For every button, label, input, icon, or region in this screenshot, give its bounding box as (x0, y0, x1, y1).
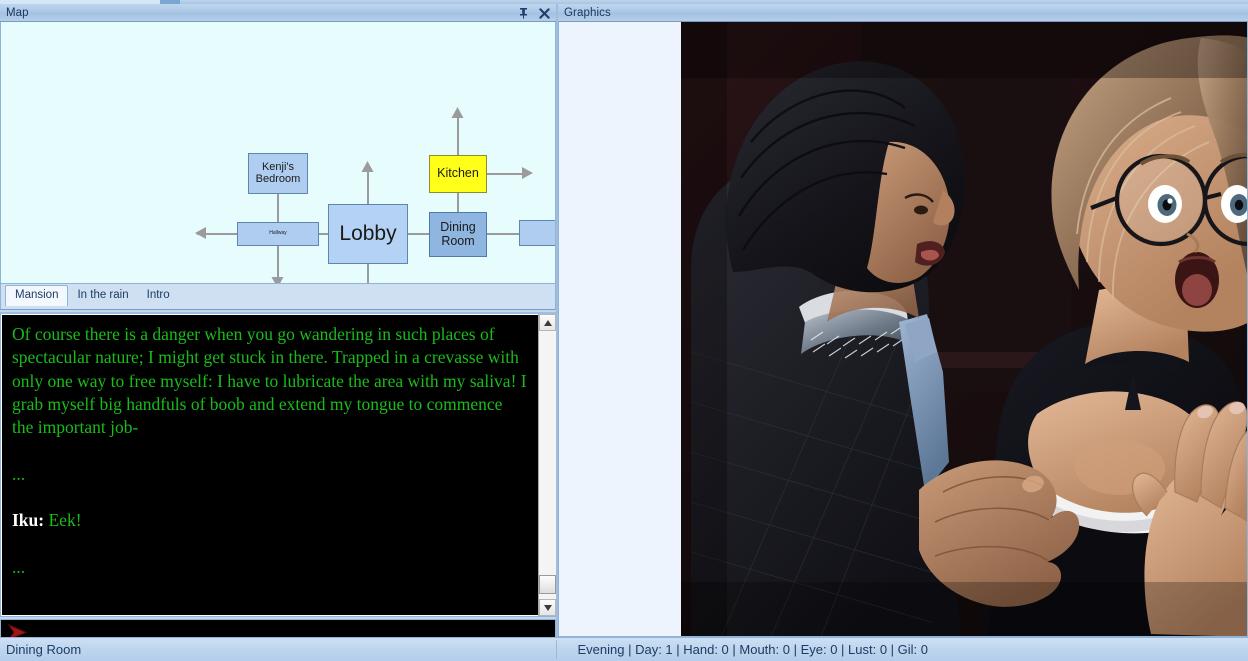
arrow-north-kitchen (451, 107, 464, 118)
console-blank-2 (12, 486, 528, 509)
map-panel-title-actions (517, 4, 550, 22)
map-node-label: Lobby (339, 221, 397, 245)
tab-label: In the rain (77, 289, 129, 301)
map-canvas[interactable]: Kenji's Bedroom Hallway Lobby Kitchen Di… (0, 22, 556, 284)
console-text-area[interactable]: Of course there is a danger when you go … (1, 314, 538, 616)
tab-intro[interactable]: Intro (138, 286, 179, 305)
graphics-panel-titlebar: Graphics (558, 4, 1248, 22)
map-node-label: Kenji's Bedroom (255, 160, 301, 185)
edge-lobby-dining (408, 233, 429, 235)
pin-icon[interactable] (517, 6, 529, 20)
map-node-label: Kitchen (437, 166, 479, 181)
map-node-kenjis-bedroom[interactable]: Kenji's Bedroom (248, 153, 308, 194)
console-dialogue-text: Eek! (48, 510, 82, 531)
close-icon[interactable] (538, 6, 550, 20)
tabstrip-underline (0, 305, 556, 310)
console-vertical-scrollbar[interactable] (538, 314, 556, 616)
map-node-dining-room[interactable]: Dining Room (429, 212, 487, 257)
tab-label: Mansion (15, 289, 59, 301)
map-node-label: Hallway (269, 230, 287, 237)
scrollbar-track[interactable] (539, 331, 556, 599)
map-node-label: Dining Room (440, 220, 476, 248)
map-graph: Kenji's Bedroom Hallway Lobby Kitchen Di… (1, 22, 555, 283)
console-blank-3 (12, 533, 528, 556)
graphics-dock-panel: Graphics (558, 4, 1248, 637)
status-bar-separator (556, 640, 557, 659)
console-speaker-name: Iku: (12, 510, 45, 531)
application-window: Map Kenji's Bedroom Hallway Lobby Kitche… (0, 0, 1248, 661)
scroll-thumb[interactable] (539, 575, 556, 594)
arrow-east-kitchen (522, 167, 533, 179)
map-tabstrip: Mansion In the rain Intro (0, 284, 556, 306)
edge-dining-east (487, 233, 519, 235)
tab-in-the-rain[interactable]: In the rain (68, 286, 137, 305)
graphics-canvas (558, 22, 1248, 637)
map-dock-panel: Map Kenji's Bedroom Hallway Lobby Kitche… (0, 4, 556, 645)
scroll-up-arrow-icon[interactable] (539, 314, 556, 331)
tab-mansion[interactable]: Mansion (5, 285, 69, 306)
map-node-kitchen[interactable]: Kitchen (429, 155, 487, 193)
tab-label: Intro (146, 289, 170, 301)
map-panel-titlebar: Map (0, 4, 556, 22)
status-stats: Evening | Day: 1 | Hand: 0 | Mouth: 0 | … (577, 642, 929, 657)
console-panel: Of course there is a danger when you go … (0, 312, 556, 617)
map-node-lobby[interactable]: Lobby (328, 204, 408, 264)
scene-artwork (681, 22, 1247, 636)
map-node-east-room[interactable] (519, 220, 555, 246)
status-bar: Dining Room Evening | Day: 1 | Hand: 0 |… (0, 637, 1248, 661)
scene-illustration (681, 22, 1247, 636)
edge-kitchen-dining (457, 193, 459, 212)
console-dots-2: ... (12, 556, 26, 577)
arrow-north-lobby (361, 161, 374, 172)
arrow-west-hallway (195, 227, 206, 239)
scroll-down-arrow-icon[interactable] (539, 599, 556, 616)
map-node-hallway[interactable]: Hallway (237, 222, 319, 246)
arrow-south-hallway (271, 277, 284, 283)
status-location: Dining Room (6, 642, 82, 657)
console-blank-1 (12, 439, 528, 462)
edge-kenjis-to-hallway (277, 194, 279, 222)
map-panel-title: Map (6, 6, 29, 19)
graphics-panel-title: Graphics (564, 6, 611, 19)
console-narration: Of course there is a danger when you go … (12, 324, 531, 438)
console-dialogue-line: Iku: Eek! (12, 509, 528, 532)
console-dots-1: ... (12, 463, 26, 484)
edge-lobby-south (367, 264, 369, 283)
